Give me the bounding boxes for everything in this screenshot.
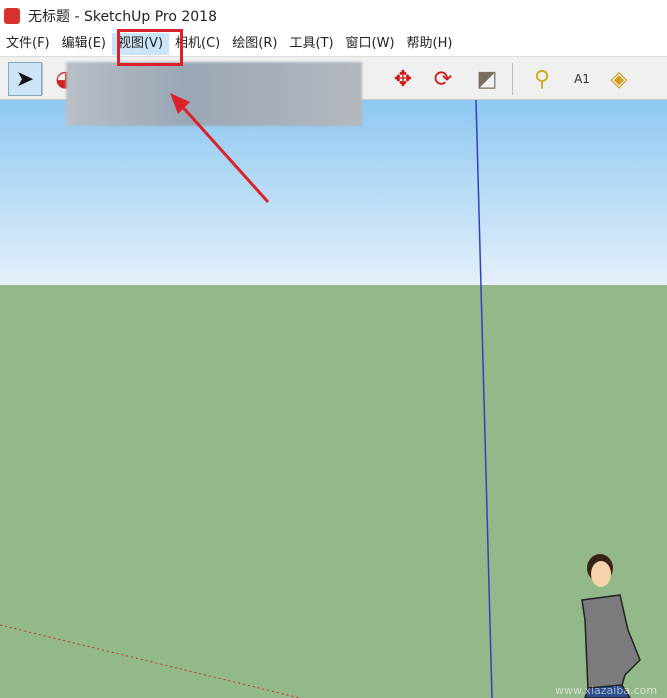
menu-item-7[interactable]: 帮助(H) bbox=[401, 33, 459, 55]
menu-item-1[interactable]: 编辑(E) bbox=[56, 33, 112, 55]
window-title: 无标题 - SketchUp Pro 2018 bbox=[28, 9, 217, 25]
menu-item-4[interactable]: 绘图(R) bbox=[226, 33, 283, 55]
menu-item-6[interactable]: 窗口(W) bbox=[340, 33, 401, 55]
menu-item-5[interactable]: 工具(T) bbox=[283, 33, 339, 55]
text-icon[interactable]: A1 bbox=[565, 62, 599, 96]
watermark-url: www.xiazaiba.com bbox=[555, 684, 658, 697]
3d-viewport[interactable] bbox=[0, 100, 667, 698]
human-figure bbox=[581, 554, 641, 698]
blue-axis bbox=[475, 100, 493, 698]
select-icon[interactable]: ➤ bbox=[8, 62, 42, 96]
title-bar: 无标题 - SketchUp Pro 2018 bbox=[0, 0, 667, 32]
menu-bar: 文件(F) 编辑(E) 视图(V) 相机(C) 绘图(R) 工具(T) 窗口(W) 帮助(H) bbox=[0, 32, 667, 56]
scale-icon[interactable]: ◩ bbox=[470, 62, 504, 96]
view-menu-highlight bbox=[117, 29, 183, 66]
sketchup-logo-icon bbox=[4, 8, 20, 24]
rotate-icon[interactable]: ⟳ bbox=[426, 62, 460, 96]
toolbar-separator bbox=[42, 63, 43, 95]
axes bbox=[0, 100, 641, 698]
menu-item-0[interactable]: 文件(F) bbox=[0, 33, 56, 55]
red-axis bbox=[0, 624, 301, 698]
blurred-menu-region bbox=[66, 62, 362, 126]
toolbar-separator bbox=[512, 63, 513, 95]
move-icon[interactable]: ✥ bbox=[386, 62, 420, 96]
paint-bucket-icon[interactable]: ◈ bbox=[602, 62, 636, 96]
tape-measure-icon[interactable]: ⚲ bbox=[525, 62, 559, 96]
